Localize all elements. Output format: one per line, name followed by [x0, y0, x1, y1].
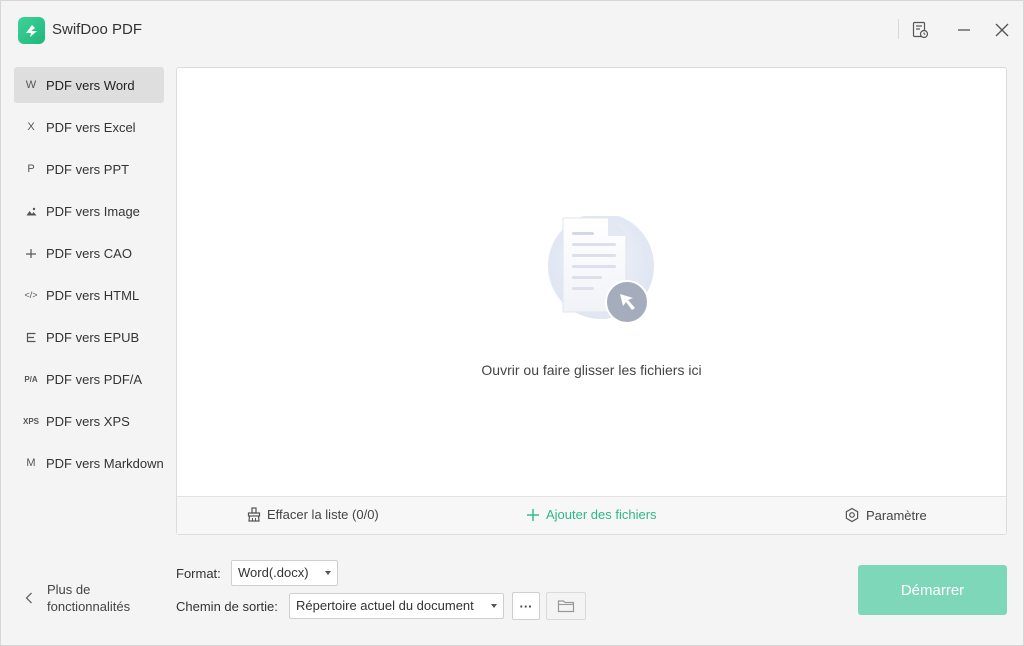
close-icon[interactable]	[990, 18, 1014, 42]
more-features-line2: fonctionnalités	[47, 599, 131, 614]
clear-list-button[interactable]: Effacer la liste (0/0)	[247, 507, 379, 522]
sidebar-item-pdf-to-epub[interactable]: PDF vers EPUB	[14, 319, 164, 355]
xps-icon: XPS	[23, 416, 40, 426]
sidebar-item-label: PDF vers Markdown	[46, 455, 164, 471]
markdown-icon: M	[26, 457, 36, 469]
sidebar-item-label: PDF vers CAO	[46, 245, 132, 261]
chevron-down-icon	[491, 604, 497, 608]
format-value: Word(.docx)	[238, 565, 309, 580]
output-path-select[interactable]: Répertoire actuel du document	[289, 593, 504, 619]
format-select[interactable]: Word(.docx)	[231, 560, 338, 586]
add-files-button[interactable]: Ajouter des fichiers	[526, 507, 657, 522]
sidebar-item-label: PDF vers PPT	[46, 161, 130, 177]
broom-icon	[247, 507, 261, 522]
add-files-label: Ajouter des fichiers	[546, 507, 657, 522]
open-folder-button[interactable]	[546, 592, 586, 620]
output-path-label: Chemin de sortie:	[176, 599, 278, 614]
sidebar-item-pdf-to-xps[interactable]: XPS PDF vers XPS	[14, 403, 164, 439]
sidebar: W PDF vers Word X PDF vers Excel P PDF v…	[14, 67, 164, 487]
title-separator	[898, 19, 899, 39]
sidebar-item-label: PDF vers Excel	[46, 119, 136, 135]
sidebar-item-pdf-to-word[interactable]: W PDF vers Word	[14, 67, 164, 103]
more-features-line1: Plus de	[47, 582, 91, 597]
gear-icon	[845, 507, 859, 523]
word-icon: W	[25, 79, 37, 91]
sidebar-item-pdf-to-markdown[interactable]: M PDF vers Markdown	[14, 445, 164, 481]
html-icon: </>	[24, 290, 38, 300]
sidebar-item-label: PDF vers Word	[46, 77, 135, 93]
file-panel: Ouvrir ou faire glisser les fichiers ici…	[176, 67, 1007, 535]
browse-path-button[interactable]: ···	[512, 592, 540, 620]
more-features-button[interactable]: Plus de fonctionnalités	[25, 581, 130, 615]
sidebar-item-label: PDF vers XPS	[46, 413, 130, 429]
app-title: SwifDoo PDF	[52, 21, 143, 38]
sidebar-item-pdf-to-excel[interactable]: X PDF vers Excel	[14, 109, 164, 145]
sidebar-item-pdf-to-ppt[interactable]: P PDF vers PPT	[14, 151, 164, 187]
settings-button[interactable]: Paramètre	[844, 507, 927, 523]
history-icon[interactable]	[908, 18, 932, 42]
sidebar-item-pdf-to-html[interactable]: </> PDF vers HTML	[14, 277, 164, 313]
cad-icon	[24, 246, 38, 260]
excel-icon: X	[27, 121, 35, 133]
document-upload-icon	[545, 213, 657, 326]
ppt-icon: P	[27, 163, 35, 175]
sidebar-item-pdf-to-pdfa[interactable]: P/A PDF vers PDF/A	[14, 361, 164, 397]
format-label: Format:	[176, 566, 221, 581]
sidebar-item-pdf-to-cad[interactable]: PDF vers CAO	[14, 235, 164, 271]
sidebar-item-label: PDF vers EPUB	[46, 329, 140, 345]
folder-icon	[557, 600, 575, 613]
image-icon	[24, 204, 38, 218]
plus-icon	[527, 508, 539, 521]
settings-label: Paramètre	[866, 507, 927, 523]
swifdoo-logo-icon	[18, 17, 45, 44]
epub-icon	[24, 330, 38, 344]
drop-instruction: Ouvrir ou faire glisser les fichiers ici	[481, 362, 702, 378]
title-bar: SwifDoo PDF	[1, 1, 1023, 59]
sidebar-item-pdf-to-image[interactable]: PDF vers Image	[14, 193, 164, 229]
chevron-left-icon	[25, 592, 32, 604]
more-dots-icon: ···	[519, 598, 533, 614]
drop-zone[interactable]: Ouvrir ou faire glisser les fichiers ici	[177, 68, 1006, 496]
sidebar-item-label: PDF vers Image	[46, 203, 140, 219]
chevron-down-icon	[325, 571, 331, 575]
minimize-icon[interactable]	[952, 18, 976, 42]
app-window: SwifDoo PDF W PDF vers Word X PDF vers E…	[0, 0, 1024, 646]
more-features-label: Plus de fonctionnalités	[47, 581, 130, 615]
start-button[interactable]: Démarrer	[858, 565, 1007, 615]
panel-footer: Effacer la liste (0/0) Ajouter des fichi…	[177, 496, 1006, 534]
sidebar-item-label: PDF vers HTML	[46, 287, 140, 303]
sidebar-item-label: PDF vers PDF/A	[46, 371, 143, 387]
output-path-value: Répertoire actuel du document	[296, 598, 474, 613]
clear-list-label: Effacer la liste (0/0)	[267, 507, 379, 522]
pdfa-icon: P/A	[24, 374, 38, 384]
